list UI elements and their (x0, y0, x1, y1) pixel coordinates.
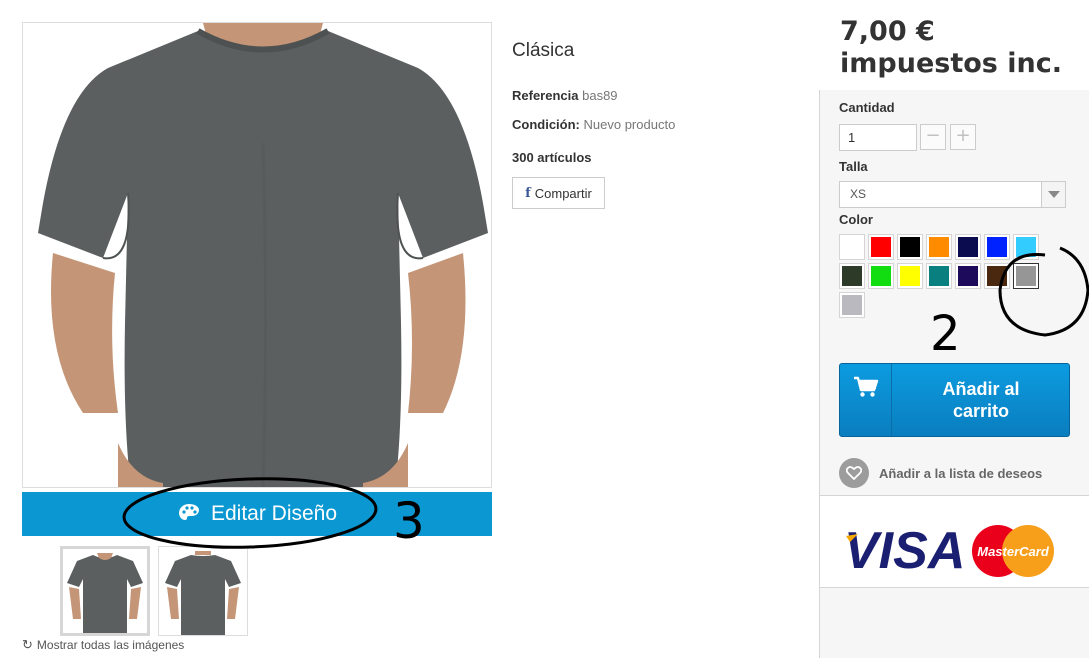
cart-icon (840, 364, 892, 436)
tshirt-front-thumb (63, 549, 147, 633)
stock-row: 300 artículos (512, 150, 592, 165)
color-swatch[interactable] (984, 263, 1010, 289)
color-swatch[interactable] (955, 263, 981, 289)
color-swatch-fill (900, 237, 920, 257)
show-all-images-label: Mostrar todas las imágenes (36, 638, 185, 652)
color-swatch-fill (1016, 237, 1036, 257)
quantity-label: Cantidad (839, 100, 895, 115)
color-swatch-fill (871, 266, 891, 286)
color-swatch[interactable] (897, 263, 923, 289)
color-swatch[interactable] (897, 234, 923, 260)
color-swatch-fill (958, 266, 978, 286)
tshirt-back-thumb (159, 547, 247, 635)
mastercard-logo: MasterCard (977, 544, 1050, 559)
quantity-increase-button[interactable]: + (950, 124, 976, 150)
refresh-icon: ↻ (22, 637, 33, 652)
size-select[interactable]: XS (839, 181, 1066, 208)
size-value: XS (850, 187, 867, 201)
add-to-cart-label: Añadir al carrito (892, 364, 1070, 436)
color-swatch[interactable] (839, 263, 865, 289)
color-swatch[interactable] (984, 234, 1010, 260)
add-to-cart-label-line1: Añadir al (942, 379, 1020, 399)
color-swatch-fill (1016, 266, 1036, 286)
product-title: Clásica (512, 40, 575, 61)
edit-design-button[interactable]: Editar Diseño (22, 492, 492, 536)
payment-logos: VISA MasterCard (820, 495, 1089, 588)
quantity-input[interactable]: 1 (839, 124, 917, 151)
color-swatch-fill (987, 237, 1007, 257)
color-swatch[interactable] (1013, 234, 1039, 260)
color-swatch-fill (871, 237, 891, 257)
color-swatch[interactable] (926, 234, 952, 260)
condition-value: Nuevo producto (583, 117, 676, 132)
price-tax-note: impuestos inc. (840, 48, 1062, 79)
color-label: Color (839, 212, 873, 227)
color-swatch-fill (929, 266, 949, 286)
add-to-cart-label-line2: carrito (952, 401, 1010, 421)
condition-row: Condición: Nuevo producto (512, 117, 675, 132)
share-label: Compartir (534, 185, 592, 201)
color-swatch-fill (900, 266, 920, 286)
reference-value: bas89 (582, 88, 618, 103)
color-swatch[interactable] (839, 234, 865, 260)
heart-icon (839, 458, 869, 488)
condition-label: Condición: (512, 117, 580, 132)
payment-cards-image: VISA MasterCard (844, 522, 1054, 580)
color-swatch-fill (842, 266, 862, 286)
quantity-decrease-button[interactable]: − (920, 124, 946, 150)
palette-icon (178, 504, 199, 520)
tshirt-image (23, 23, 491, 487)
show-all-images-link[interactable]: ↻ Mostrar todas las imágenes (22, 637, 184, 653)
wishlist-label: Añadir a la lista de deseos (879, 465, 1043, 481)
color-swatch-fill (842, 295, 862, 315)
color-swatch[interactable] (1013, 263, 1039, 289)
add-to-cart-button[interactable]: Añadir al carrito (839, 363, 1070, 437)
thumbnail-front[interactable] (60, 546, 150, 636)
share-button[interactable]: f Compartir (512, 177, 605, 209)
size-label: Talla (839, 159, 868, 174)
visa-logo: VISA (844, 522, 965, 580)
plus-icon: + (955, 125, 971, 146)
price-amount: 7,00 € (840, 16, 935, 47)
color-swatch[interactable] (926, 263, 952, 289)
add-to-wishlist-link[interactable]: Añadir a la lista de deseos (839, 458, 1042, 488)
thumbnail-back[interactable] (158, 546, 248, 636)
color-swatch-fill (842, 237, 862, 257)
price: 7,00 € impuestos inc. (840, 16, 1062, 80)
reference-row: Referencia bas89 (512, 88, 618, 103)
facebook-icon: f (525, 185, 531, 201)
chevron-down-icon (1041, 182, 1065, 207)
quantity-value: 1 (848, 130, 856, 145)
product-quickview: Editar Diseño ↻ Mostrar todas las imágen… (0, 0, 1089, 658)
reference-label: Referencia (512, 88, 579, 103)
color-swatch-fill (929, 237, 949, 257)
stock-count: 300 artículos (512, 150, 592, 165)
product-main-image[interactable] (22, 22, 492, 488)
color-swatch[interactable] (868, 263, 894, 289)
color-swatch[interactable] (868, 234, 894, 260)
color-swatch-fill (987, 266, 1007, 286)
color-swatch-fill (958, 237, 978, 257)
color-swatch[interactable] (955, 234, 981, 260)
minus-icon: − (925, 125, 941, 146)
edit-design-label: Editar Diseño (210, 502, 338, 525)
color-swatch[interactable] (839, 292, 865, 318)
